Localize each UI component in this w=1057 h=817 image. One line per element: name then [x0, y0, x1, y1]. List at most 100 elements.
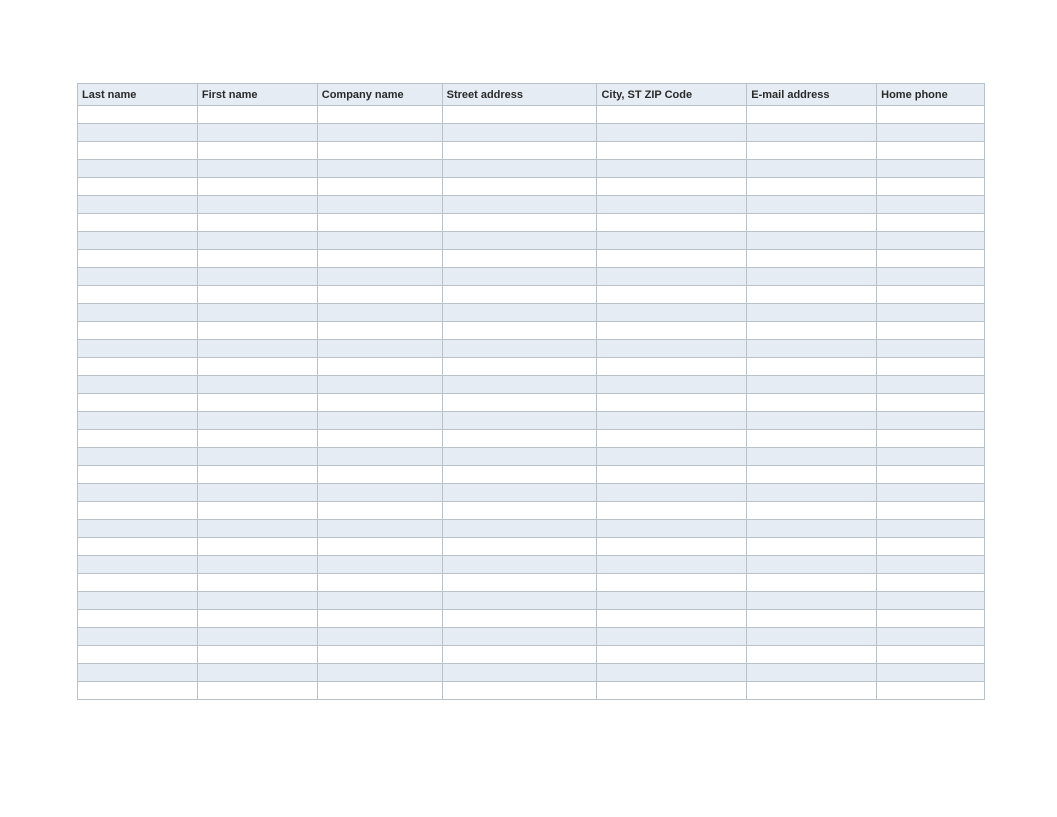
table-cell[interactable] — [198, 160, 318, 178]
table-cell[interactable] — [877, 610, 985, 628]
table-cell[interactable] — [318, 160, 443, 178]
table-row[interactable] — [78, 196, 985, 214]
table-cell[interactable] — [78, 502, 198, 520]
table-row[interactable] — [78, 340, 985, 358]
table-cell[interactable] — [747, 538, 877, 556]
table-cell[interactable] — [78, 196, 198, 214]
table-cell[interactable] — [877, 466, 985, 484]
table-row[interactable] — [78, 160, 985, 178]
table-cell[interactable] — [877, 502, 985, 520]
table-cell[interactable] — [597, 610, 747, 628]
table-cell[interactable] — [198, 556, 318, 574]
table-cell[interactable] — [78, 340, 198, 358]
table-cell[interactable] — [597, 268, 747, 286]
table-cell[interactable] — [597, 394, 747, 412]
table-cell[interactable] — [318, 124, 443, 142]
table-cell[interactable] — [597, 556, 747, 574]
table-row[interactable] — [78, 466, 985, 484]
table-cell[interactable] — [318, 592, 443, 610]
table-cell[interactable] — [318, 394, 443, 412]
table-cell[interactable] — [597, 484, 747, 502]
table-cell[interactable] — [597, 430, 747, 448]
table-cell[interactable] — [443, 106, 598, 124]
table-cell[interactable] — [78, 304, 198, 322]
table-row[interactable] — [78, 520, 985, 538]
table-cell[interactable] — [318, 304, 443, 322]
table-row[interactable] — [78, 646, 985, 664]
table-row[interactable] — [78, 232, 985, 250]
table-cell[interactable] — [198, 520, 318, 538]
table-cell[interactable] — [597, 682, 747, 700]
table-row[interactable] — [78, 574, 985, 592]
table-cell[interactable] — [443, 124, 598, 142]
table-row[interactable] — [78, 484, 985, 502]
table-cell[interactable] — [198, 592, 318, 610]
table-cell[interactable] — [198, 628, 318, 646]
table-cell[interactable] — [198, 430, 318, 448]
table-cell[interactable] — [597, 574, 747, 592]
table-row[interactable] — [78, 214, 985, 232]
table-cell[interactable] — [877, 592, 985, 610]
table-cell[interactable] — [443, 448, 598, 466]
table-cell[interactable] — [198, 466, 318, 484]
table-cell[interactable] — [747, 250, 877, 268]
table-cell[interactable] — [443, 160, 598, 178]
table-cell[interactable] — [443, 610, 598, 628]
table-cell[interactable] — [877, 160, 985, 178]
table-cell[interactable] — [198, 358, 318, 376]
table-cell[interactable] — [597, 340, 747, 358]
table-cell[interactable] — [318, 232, 443, 250]
table-cell[interactable] — [877, 520, 985, 538]
table-cell[interactable] — [597, 322, 747, 340]
table-cell[interactable] — [78, 268, 198, 286]
col-header-last-name[interactable]: Last name — [78, 84, 198, 106]
table-cell[interactable] — [318, 268, 443, 286]
table-cell[interactable] — [747, 448, 877, 466]
col-header-street[interactable]: Street address — [443, 84, 598, 106]
table-cell[interactable] — [443, 178, 598, 196]
table-cell[interactable] — [597, 538, 747, 556]
table-cell[interactable] — [443, 268, 598, 286]
table-cell[interactable] — [318, 106, 443, 124]
table-row[interactable] — [78, 124, 985, 142]
table-cell[interactable] — [443, 682, 598, 700]
table-cell[interactable] — [318, 502, 443, 520]
table-cell[interactable] — [747, 628, 877, 646]
table-cell[interactable] — [318, 178, 443, 196]
table-row[interactable] — [78, 664, 985, 682]
table-cell[interactable] — [597, 286, 747, 304]
table-row[interactable] — [78, 286, 985, 304]
table-cell[interactable] — [443, 592, 598, 610]
table-cell[interactable] — [78, 682, 198, 700]
table-cell[interactable] — [597, 466, 747, 484]
table-cell[interactable] — [597, 250, 747, 268]
col-header-home-phone[interactable]: Home phone — [877, 84, 985, 106]
table-cell[interactable] — [198, 484, 318, 502]
table-cell[interactable] — [198, 646, 318, 664]
table-cell[interactable] — [877, 232, 985, 250]
table-cell[interactable] — [597, 592, 747, 610]
table-cell[interactable] — [443, 664, 598, 682]
table-cell[interactable] — [747, 682, 877, 700]
table-cell[interactable] — [198, 304, 318, 322]
table-cell[interactable] — [198, 250, 318, 268]
table-row[interactable] — [78, 628, 985, 646]
table-cell[interactable] — [318, 682, 443, 700]
table-cell[interactable] — [877, 340, 985, 358]
table-cell[interactable] — [78, 106, 198, 124]
table-row[interactable] — [78, 106, 985, 124]
table-cell[interactable] — [78, 538, 198, 556]
table-cell[interactable] — [78, 124, 198, 142]
table-cell[interactable] — [877, 304, 985, 322]
table-cell[interactable] — [78, 646, 198, 664]
table-cell[interactable] — [597, 106, 747, 124]
table-cell[interactable] — [597, 124, 747, 142]
table-cell[interactable] — [78, 556, 198, 574]
table-cell[interactable] — [318, 412, 443, 430]
table-cell[interactable] — [877, 268, 985, 286]
table-cell[interactable] — [78, 142, 198, 160]
table-row[interactable] — [78, 682, 985, 700]
table-cell[interactable] — [198, 448, 318, 466]
table-cell[interactable] — [318, 376, 443, 394]
table-cell[interactable] — [747, 160, 877, 178]
